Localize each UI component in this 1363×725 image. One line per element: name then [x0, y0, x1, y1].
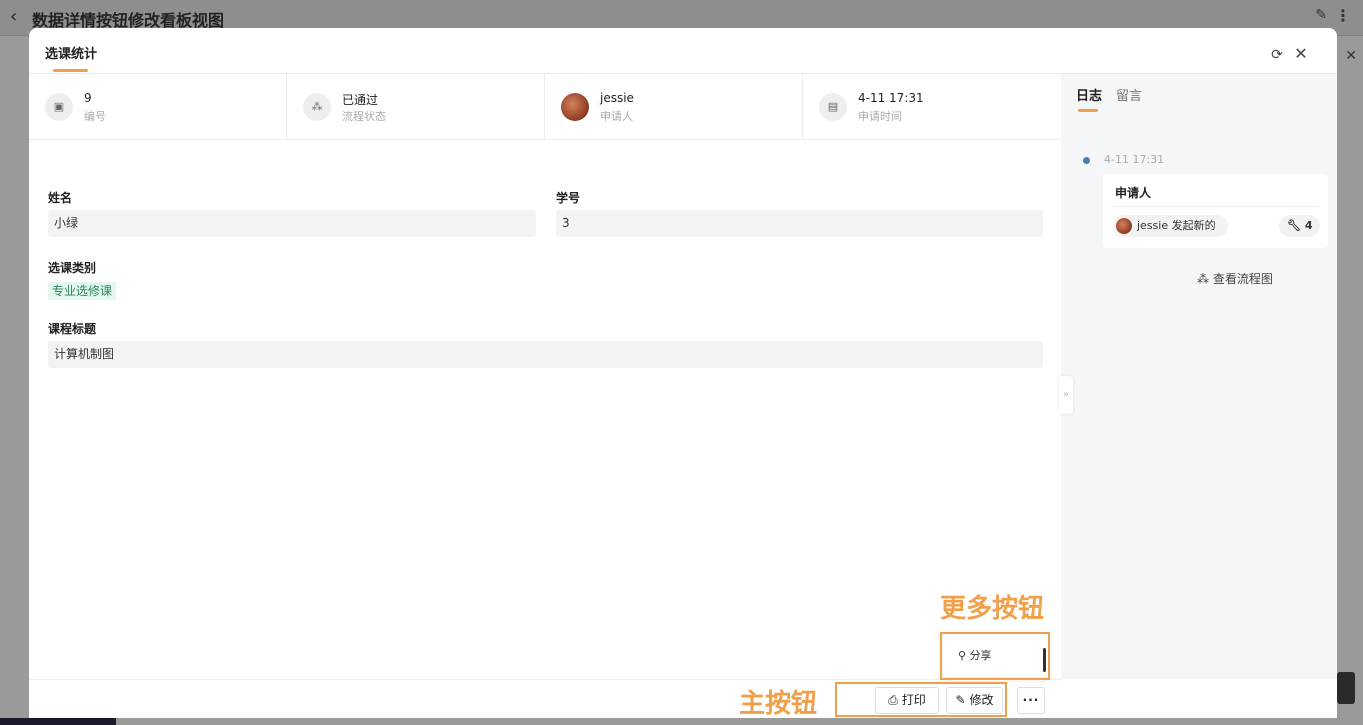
timeline-time: 4-11 17:31: [1104, 153, 1165, 166]
student-id-label: 学号: [556, 191, 581, 205]
wrench-icon: 🔧︎: [1287, 219, 1301, 232]
info-cell-applicant: jessie 申请人: [545, 74, 803, 140]
log-count: 4: [1304, 219, 1313, 232]
avatar: [1116, 218, 1132, 234]
modal-title-underline: [53, 69, 88, 72]
annotation-main-buttons: 主按钮: [739, 689, 818, 719]
info-value: 已通过: [342, 93, 379, 107]
info-value: 9: [84, 91, 92, 105]
collapse-handle-icon[interactable]: »: [1059, 376, 1073, 414]
course-type-label: 选课类别: [48, 261, 97, 275]
annotation-box-main: [835, 682, 1007, 717]
timeline-dot: [1083, 157, 1090, 164]
info-cell-id: ▣ 9 编号: [29, 74, 287, 140]
annotation-box-more: [940, 632, 1050, 680]
student-id-field[interactable]: 3: [556, 210, 1043, 237]
record-detail-modal: 选课统计 ⟳ ✕ ▣ 9 编号 ⁂ 已通过 流程状态 jessie 申请人 ▤: [29, 28, 1337, 718]
annotation-more-buttons: 更多按钮: [940, 594, 1045, 624]
name-label: 姓名: [48, 191, 73, 205]
course-title-field[interactable]: 计算机制图: [48, 341, 1043, 368]
flowchart-label: 查看流程图: [1212, 272, 1273, 286]
log-card-title: 申请人: [1115, 186, 1152, 200]
log-card: 申请人 jessie 发起新的 🔧︎ 4: [1103, 174, 1328, 248]
flowchart-icon: ⁂: [1197, 272, 1209, 286]
divider: [1113, 206, 1318, 207]
info-label: 申请时间: [858, 110, 902, 123]
edit-icon[interactable]: ✎: [1315, 7, 1327, 23]
flow-icon: ⁂: [303, 93, 331, 121]
tab-underline: [1078, 109, 1098, 112]
close-icon[interactable]: ✕: [1293, 46, 1309, 62]
info-label: 申请人: [600, 110, 633, 123]
main-content: ▣ 9 编号 ⁂ 已通过 流程状态 jessie 申请人 ▤ 4-11 17:3…: [29, 74, 1061, 679]
background-button[interactable]: [1337, 672, 1355, 704]
calendar-icon: ▤: [819, 93, 847, 121]
log-user-pill: jessie 发起新的: [1113, 215, 1228, 237]
name-field[interactable]: 小绿: [48, 210, 536, 237]
log-user-text: jessie 发起新的: [1137, 219, 1216, 232]
more-button[interactable]: ···: [1017, 687, 1045, 714]
info-label: 流程状态: [342, 110, 386, 123]
info-label: 编号: [84, 110, 106, 123]
info-cell-status: ⁂ 已通过 流程状态: [287, 74, 545, 140]
tab-log[interactable]: 日志: [1076, 85, 1102, 104]
refresh-icon[interactable]: ⟳: [1269, 47, 1285, 63]
more-vertical-icon[interactable]: ⋮: [1335, 6, 1351, 25]
info-cell-time: ▤ 4-11 17:31 申请时间: [803, 74, 1061, 140]
side-panel: » 日志 留言 4-11 17:31 申请人 jessie 发起新的 🔧︎ 4 …: [1059, 74, 1337, 679]
course-title-label: 课程标题: [48, 322, 97, 336]
info-value: jessie: [600, 91, 634, 105]
background-bottom-bar: [0, 718, 116, 725]
course-type-tag: 专业选修课: [48, 282, 117, 300]
avatar: [561, 93, 589, 121]
log-count-pill: 🔧︎ 4: [1279, 215, 1321, 237]
back-icon[interactable]: ‹: [10, 6, 17, 27]
info-value: 4-11 17:31: [858, 91, 924, 105]
info-strip: ▣ 9 编号 ⁂ 已通过 流程状态 jessie 申请人 ▤ 4-11 17:3…: [29, 74, 1061, 140]
modal-header: 选课统计 ⟳ ✕: [29, 28, 1337, 74]
modal-title: 选课统计: [45, 47, 98, 62]
view-flowchart-link[interactable]: ⁂ 查看流程图: [1197, 270, 1273, 287]
background-close-icon[interactable]: ✕: [1345, 48, 1357, 64]
tab-message[interactable]: 留言: [1116, 85, 1142, 104]
id-card-icon: ▣: [45, 93, 73, 121]
